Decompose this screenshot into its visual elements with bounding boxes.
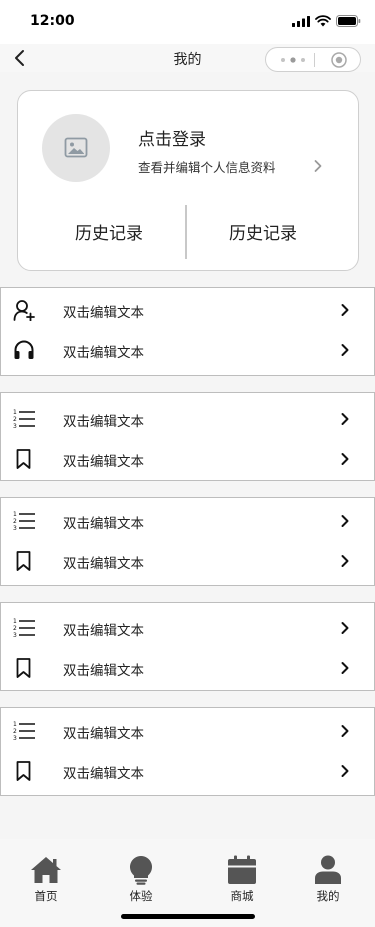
headphones-icon xyxy=(14,340,34,359)
svg-text:3: 3 xyxy=(13,525,17,532)
avatar[interactable] xyxy=(42,114,110,182)
menu-item-label: 双击编辑文本 xyxy=(63,414,144,430)
bookmark-icon xyxy=(16,449,31,469)
menu-item[interactable]: 双击编辑文本 xyxy=(1,290,375,330)
svg-text:2: 2 xyxy=(13,416,17,423)
login-subtitle[interactable]: 查看并编辑个人信息资料 xyxy=(138,157,276,176)
menu-item-label: 双击编辑文本 xyxy=(63,305,144,321)
chevron-right-icon xyxy=(341,765,349,777)
menu-item[interactable]: 1 2 3 双击编辑文本 xyxy=(1,399,375,439)
mini-program-capsule xyxy=(265,47,361,72)
tab-experience[interactable]: 体验 xyxy=(111,855,171,904)
chevron-right-icon xyxy=(341,413,349,425)
chevron-right-icon xyxy=(341,453,349,465)
chevron-right-icon xyxy=(341,344,349,356)
numbered-list-icon: 1 2 3 xyxy=(13,409,35,430)
menu-item-label: 双击编辑文本 xyxy=(63,663,144,679)
chevron-right-icon xyxy=(341,662,349,674)
tab-label: 体验 xyxy=(129,889,153,903)
history-button-left[interactable]: 历史记录 xyxy=(49,219,169,244)
close-target-icon[interactable] xyxy=(330,51,348,69)
menu-item[interactable]: 双击编辑文本 xyxy=(1,439,375,479)
bookmark-icon xyxy=(16,761,31,781)
menu-item-label: 双击编辑文本 xyxy=(63,623,144,639)
tab-label: 商城 xyxy=(230,889,254,903)
battery-icon xyxy=(336,15,361,27)
person-icon xyxy=(315,855,341,884)
svg-text:1: 1 xyxy=(13,721,17,728)
history-divider xyxy=(185,205,187,259)
image-placeholder-icon xyxy=(64,137,88,158)
svg-text:3: 3 xyxy=(13,735,17,742)
menu-item-label: 双击编辑文本 xyxy=(63,345,144,361)
menu-item[interactable]: 双击编辑文本 xyxy=(1,541,375,581)
svg-text:1: 1 xyxy=(13,618,17,625)
nav-bar: 我的 xyxy=(0,44,375,72)
menu-item-label: 双击编辑文本 xyxy=(63,766,144,782)
svg-text:2: 2 xyxy=(13,625,17,632)
chevron-right-icon xyxy=(341,555,349,567)
status-bar: 12:00 xyxy=(0,0,375,44)
tab-label: 首页 xyxy=(34,889,58,903)
capsule-divider xyxy=(314,53,315,67)
svg-text:2: 2 xyxy=(13,728,17,735)
lightbulb-icon xyxy=(129,856,153,885)
menu-group: 1 2 3 双击编辑文本 双击编辑文本 xyxy=(0,602,375,691)
tab-home[interactable]: 首页 xyxy=(16,855,76,904)
menu-item[interactable]: 1 2 3 双击编辑文本 xyxy=(1,501,375,541)
history-button-right[interactable]: 历史记录 xyxy=(203,219,323,244)
tab-mine[interactable]: 我的 xyxy=(298,855,358,904)
numbered-list-icon: 1 2 3 xyxy=(13,618,35,639)
svg-text:1: 1 xyxy=(13,511,17,518)
svg-text:2: 2 xyxy=(13,518,17,525)
menu-group: 1 2 3 双击编辑文本 双击编辑文本 xyxy=(0,707,375,796)
tab-label: 我的 xyxy=(316,889,340,903)
menu-item-label: 双击编辑文本 xyxy=(63,726,144,742)
status-icons xyxy=(292,15,361,27)
wifi-icon xyxy=(315,15,331,27)
svg-text:3: 3 xyxy=(13,423,17,430)
menu-group: 1 2 3 双击编辑文本 双击编辑文本 xyxy=(0,392,375,481)
tab-mall[interactable]: 商城 xyxy=(212,855,272,904)
menu-item[interactable]: 1 2 3 双击编辑文本 xyxy=(1,711,375,751)
login-title[interactable]: 点击登录 xyxy=(138,125,206,150)
profile-card: 点击登录 查看并编辑个人信息资料 历史记录 历史记录 xyxy=(17,90,359,271)
calendar-icon xyxy=(228,855,256,884)
chevron-right-icon xyxy=(341,304,349,316)
numbered-list-icon: 1 2 3 xyxy=(13,511,35,532)
chevron-right-icon xyxy=(341,515,349,527)
menu-item[interactable]: 双击编辑文本 xyxy=(1,751,375,791)
more-dots-icon[interactable] xyxy=(276,51,310,69)
menu-item-label: 双击编辑文本 xyxy=(63,454,144,470)
svg-text:1: 1 xyxy=(13,409,17,416)
home-indicator xyxy=(121,914,255,919)
add-user-icon xyxy=(13,300,35,321)
menu-item-label: 双击编辑文本 xyxy=(63,516,144,532)
menu-item[interactable]: 双击编辑文本 xyxy=(1,648,375,688)
chevron-right-icon xyxy=(341,725,349,737)
svg-text:3: 3 xyxy=(13,632,17,639)
bookmark-icon xyxy=(16,551,31,571)
menu-group: 1 2 3 双击编辑文本 双击编辑文本 xyxy=(0,497,375,586)
numbered-list-icon: 1 2 3 xyxy=(13,721,35,742)
chevron-right-icon[interactable] xyxy=(313,159,323,173)
menu-item-label: 双击编辑文本 xyxy=(63,556,144,572)
menu-item[interactable]: 1 2 3 双击编辑文本 xyxy=(1,608,375,648)
menu-item[interactable]: 双击编辑文本 xyxy=(1,330,375,370)
menu-group: 双击编辑文本 双击编辑文本 xyxy=(0,287,375,376)
status-time: 12:00 xyxy=(30,13,75,29)
bookmark-icon xyxy=(16,658,31,678)
chevron-right-icon xyxy=(341,622,349,634)
home-icon xyxy=(31,857,61,883)
signal-icon xyxy=(292,15,310,27)
